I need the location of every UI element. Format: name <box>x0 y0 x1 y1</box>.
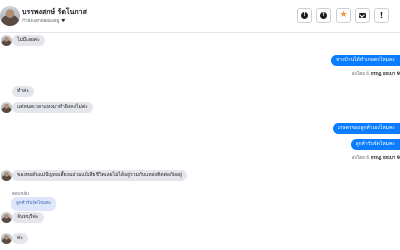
contact-avatar-small <box>1 35 12 46</box>
exclamation-icon: ! <box>379 10 384 20</box>
meta-time: ส่งโดย 6 <box>351 156 370 161</box>
star-button[interactable]: ★ <box>336 8 351 23</box>
reply-quote[interactable]: ลูกค้ารับจัดไหมคะ <box>11 197 57 211</box>
star-icon: ★ <box>339 10 348 20</box>
message-meta: ส่งโดย 6 กรกฎ ยกเบา 9 <box>352 70 400 77</box>
contact-avatar-small <box>1 212 12 223</box>
message-incoming[interactable]: ค่ะ <box>12 233 29 244</box>
message-outgoing[interactable]: เกษตรของลูกค้าเองไหมคะ <box>332 123 400 134</box>
message-incoming[interactable]: จันทบุรีค่ะ <box>12 212 44 223</box>
message-outgoing[interactable]: ลูกค้ารับจัดไหมคะ <box>350 139 400 150</box>
message-incoming[interactable]: ของหอดับแม่ปัญหอเสี้ยงมอ่วมแบ้เสียชีวิตเ… <box>12 170 187 181</box>
message-incoming[interactable]: ทำค่ะ <box>12 86 35 97</box>
upload-button[interactable]: ↑ <box>316 8 331 23</box>
message-outgoing[interactable]: ทางบ้านได้ทำเกษตรไหมคะ <box>331 55 400 66</box>
contact-avatar-small <box>1 102 12 113</box>
heart-icon: ♥ <box>61 19 66 24</box>
mail-button[interactable] <box>355 8 370 23</box>
status-text: กำลังแตกต่อผ่องอยู่ <box>22 19 60 24</box>
alert-icon: ! <box>301 12 308 19</box>
arrow-up-icon: ↑ <box>320 12 327 19</box>
reply-label: ตอบกลับ <box>12 192 29 197</box>
meta-date: กรกฎ ยกเบา 9 <box>370 72 400 77</box>
report-button[interactable]: ! <box>374 8 389 23</box>
message-incoming[interactable]: ไม่มีเลยค่ะ <box>12 35 45 46</box>
contact-avatar-small <box>1 233 12 244</box>
mail-icon <box>359 13 366 18</box>
contact-status: กำลังแตกต่อผ่องอยู่ ♥ <box>22 17 65 24</box>
meta-date: กรกฎ ยกเบา 9 <box>370 156 400 161</box>
meta-time: ส่งโดย 6 <box>351 72 370 77</box>
block-button[interactable]: ! <box>297 8 312 23</box>
message-incoming[interactable]: แต่หมดเวลาแหงมาทำผิงคงไม่ค่ะ <box>12 102 93 113</box>
message-meta: ส่งโดย 6 กรกฎ ยกเบา 9 <box>352 154 400 161</box>
chat-header: บรรพงสกษ์ ร้ตโนกาส กำลังแตกต่อผ่องอยู่ ♥ … <box>0 0 400 33</box>
contact-avatar[interactable] <box>0 6 20 26</box>
contact-avatar-small <box>1 170 12 181</box>
